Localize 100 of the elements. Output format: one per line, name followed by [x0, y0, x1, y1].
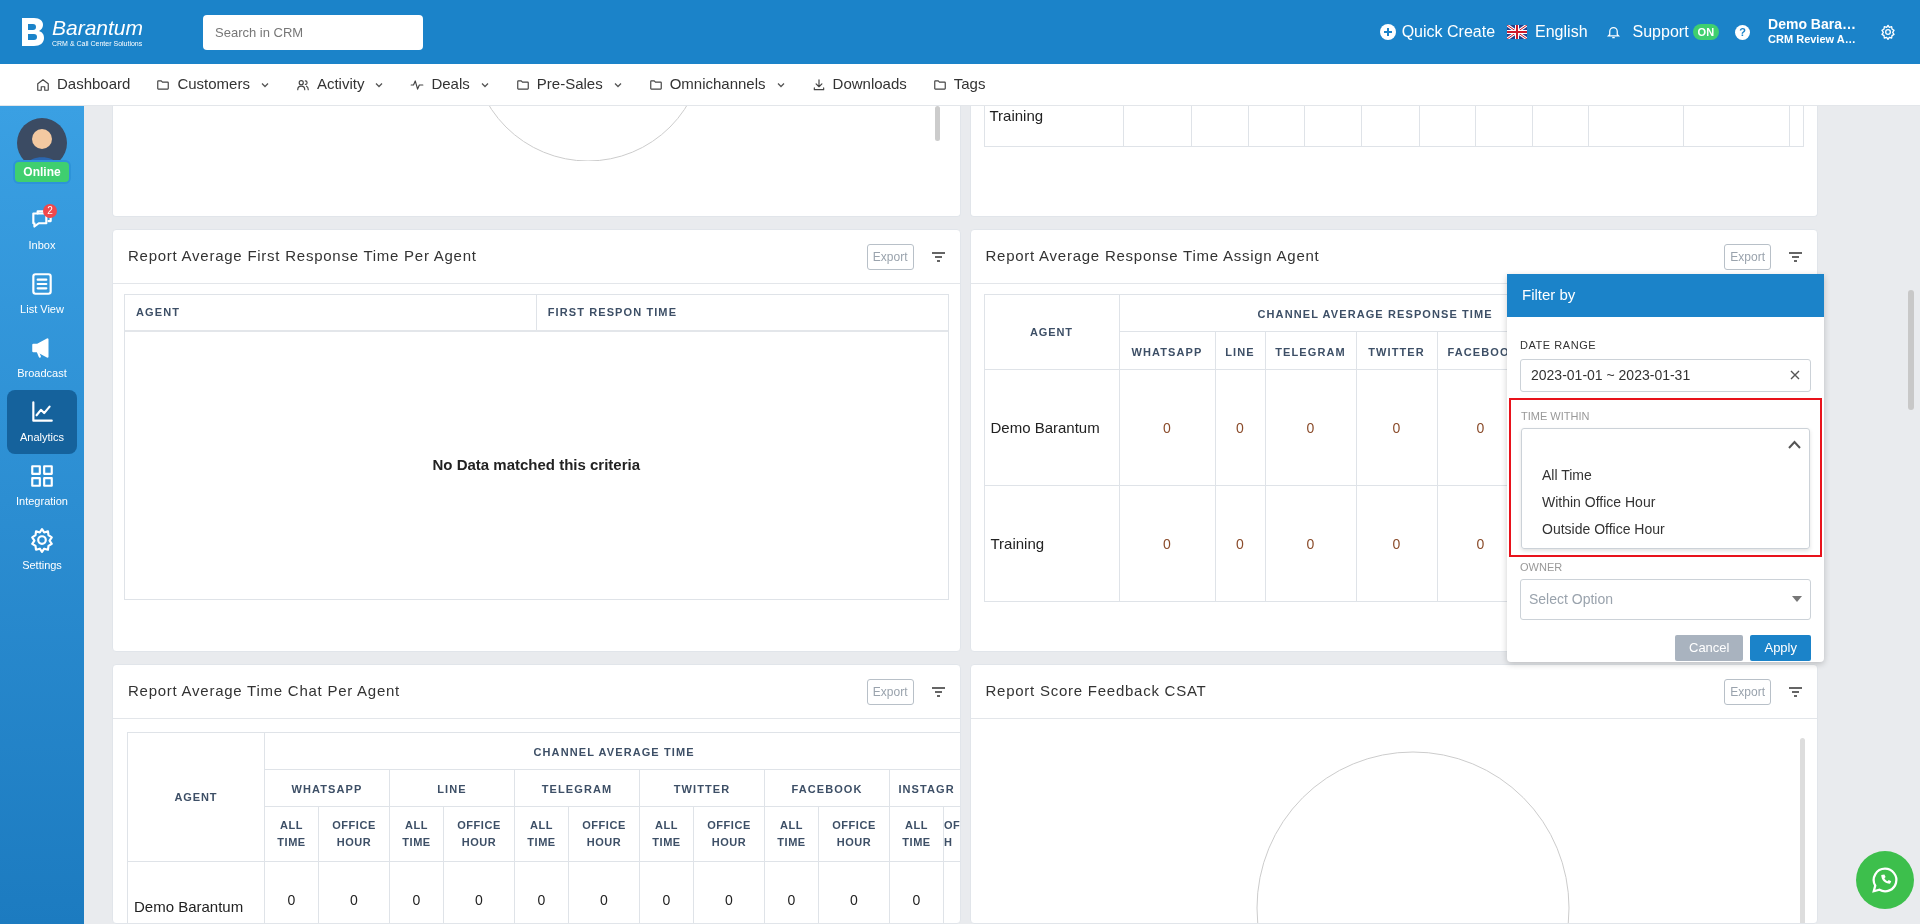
close-icon[interactable]: [1790, 370, 1800, 380]
table-cell: Training: [990, 534, 1045, 552]
pulse-icon: [410, 77, 425, 92]
logo-icon: [20, 16, 46, 48]
table-cell: 0: [412, 892, 421, 908]
table-cell: 0: [287, 892, 296, 908]
quick-create-button[interactable]: Quick Create: [1379, 20, 1496, 44]
filter-icon[interactable]: [931, 251, 945, 262]
folder-icon: [515, 77, 530, 92]
grid-icon: [29, 462, 55, 489]
people-icon: [295, 77, 310, 92]
column-header: OFFICE HOUR: [581, 818, 627, 850]
column-header: FIRST RESPON TIME: [547, 305, 678, 321]
column-header: CHANNEL AVERAGE RESPONSE TIME: [1257, 308, 1493, 320]
column-header: LINE: [1225, 345, 1255, 358]
table-cell-text: Training: [988, 106, 1045, 126]
gear-icon: [1880, 24, 1896, 40]
table-cell: 0: [1392, 535, 1401, 552]
status-badge: ON: [1692, 24, 1720, 40]
filter-icon[interactable]: [1789, 686, 1802, 697]
column-header: TWITTER: [673, 783, 731, 795]
column-header: TELEGRAM: [1275, 345, 1346, 358]
export-button[interactable]: Export: [1724, 678, 1771, 705]
download-icon: [811, 77, 826, 92]
column-header: INSTAGR: [898, 783, 955, 795]
column-header: OFFICE HOUR: [706, 818, 752, 850]
panel-title: Report Score Feedback CSAT: [985, 681, 1207, 702]
date-range-field[interactable]: 2023-01-01 ~ 2023-01-31: [1520, 358, 1811, 392]
gear-icon: [29, 526, 55, 553]
nav-item[interactable]: Pre-Sales: [515, 73, 603, 96]
export-button[interactable]: Export: [866, 243, 914, 270]
empty-message: No Data matched this criteria: [432, 455, 641, 476]
plus-circle-icon: [1379, 24, 1396, 40]
dropdown-option[interactable]: All Time: [1522, 462, 1809, 489]
column-header: AGENT: [174, 790, 218, 803]
sidebar-item[interactable]: Analytics: [7, 390, 77, 454]
line-chart-icon: [29, 398, 55, 425]
sidebar-item[interactable]: Inbox 2: [7, 198, 77, 262]
list-icon: [29, 270, 55, 297]
export-button[interactable]: Export: [1724, 243, 1771, 270]
table-cell: 0: [1392, 419, 1401, 436]
filter-icon[interactable]: [1789, 251, 1802, 262]
column-header: CHANNEL AVERAGE TIME: [533, 746, 695, 758]
column-header: WHATSAPP: [291, 783, 363, 795]
nav-item[interactable]: Tags: [932, 73, 986, 96]
count-badge: 2: [43, 204, 57, 218]
folder-icon: [648, 77, 663, 92]
nav-item[interactable]: Omnichannels: [648, 73, 766, 96]
table-cell: 0: [350, 892, 358, 908]
search-field[interactable]: Search in CRM: [203, 14, 423, 50]
dropdown-option[interactable]: Within Office Hour: [1522, 489, 1809, 516]
column-header: AGENT: [136, 305, 180, 321]
nav-item[interactable]: Dashboard: [36, 73, 131, 96]
user-name: Demo Bara…: [1768, 17, 1856, 32]
column-header: ALL TIME: [526, 818, 557, 850]
table-cell: 0: [1476, 419, 1485, 436]
home-icon: [36, 77, 50, 92]
caret-icon: [1792, 596, 1802, 602]
bell-icon[interactable]: [1605, 24, 1621, 40]
folder-icon: [932, 77, 947, 92]
nav-item[interactable]: Deals: [410, 73, 470, 96]
support-button[interactable]: Support: [1632, 20, 1689, 44]
nav-item[interactable]: Downloads: [811, 73, 907, 96]
dropdown-option[interactable]: Outside Office Hour: [1522, 516, 1809, 543]
panel-title: Report Average Response Time Assign Agent: [985, 246, 1320, 267]
table-cell: 0: [1306, 535, 1315, 552]
sidebar-item[interactable]: Settings: [7, 518, 77, 582]
flag-icon: [1507, 25, 1528, 39]
table-cell: 0: [537, 892, 546, 908]
column-header: WHATSAPP: [1131, 345, 1203, 358]
nav-item[interactable]: Activity: [295, 73, 365, 96]
chevron-up-icon: [1788, 439, 1801, 449]
scrollbar-thumb: [934, 106, 940, 141]
column-header: OFFICE HOUR: [456, 818, 502, 850]
popover-title: Filter by: [1507, 274, 1824, 317]
help-button[interactable]: ?: [1735, 24, 1751, 40]
nav-item[interactable]: Customers: [156, 73, 250, 96]
sidebar-item[interactable]: List View: [7, 262, 77, 326]
sidebar-item[interactable]: Broadcast: [7, 326, 77, 390]
column-header: TWITTER: [1368, 345, 1425, 358]
sidebar-item[interactable]: Integration: [7, 454, 77, 518]
column-header: ALL TIME: [901, 818, 932, 850]
column-header: AGENT: [984, 294, 1119, 370]
apply-button[interactable]: Apply: [1750, 634, 1811, 661]
table-cell: 0: [1236, 419, 1244, 436]
table-cell: 0: [1236, 535, 1244, 552]
time-within-dropdown[interactable]: All Time Within Office Hour Outside Office Hour: [1521, 428, 1810, 549]
logo-text: Barantum: [52, 16, 144, 39]
column-header: FACEBOOK: [791, 783, 863, 795]
status-badge: Online: [13, 160, 71, 184]
panel-title: Report Average First Response Time Per Agent: [128, 246, 477, 267]
owner-select[interactable]: Select Option: [1520, 578, 1811, 620]
table-cell: Demo Barantum: [134, 898, 244, 915]
panel-title: Report Average Time Chat Per Agent: [128, 681, 401, 702]
field-label: OWNER: [1520, 560, 1564, 575]
folder-icon: [156, 77, 171, 92]
language-button[interactable]: English: [1507, 20, 1588, 44]
filter-icon[interactable]: [931, 686, 945, 697]
export-button[interactable]: Export: [866, 678, 914, 705]
column-header: ALL TIME: [276, 818, 307, 850]
